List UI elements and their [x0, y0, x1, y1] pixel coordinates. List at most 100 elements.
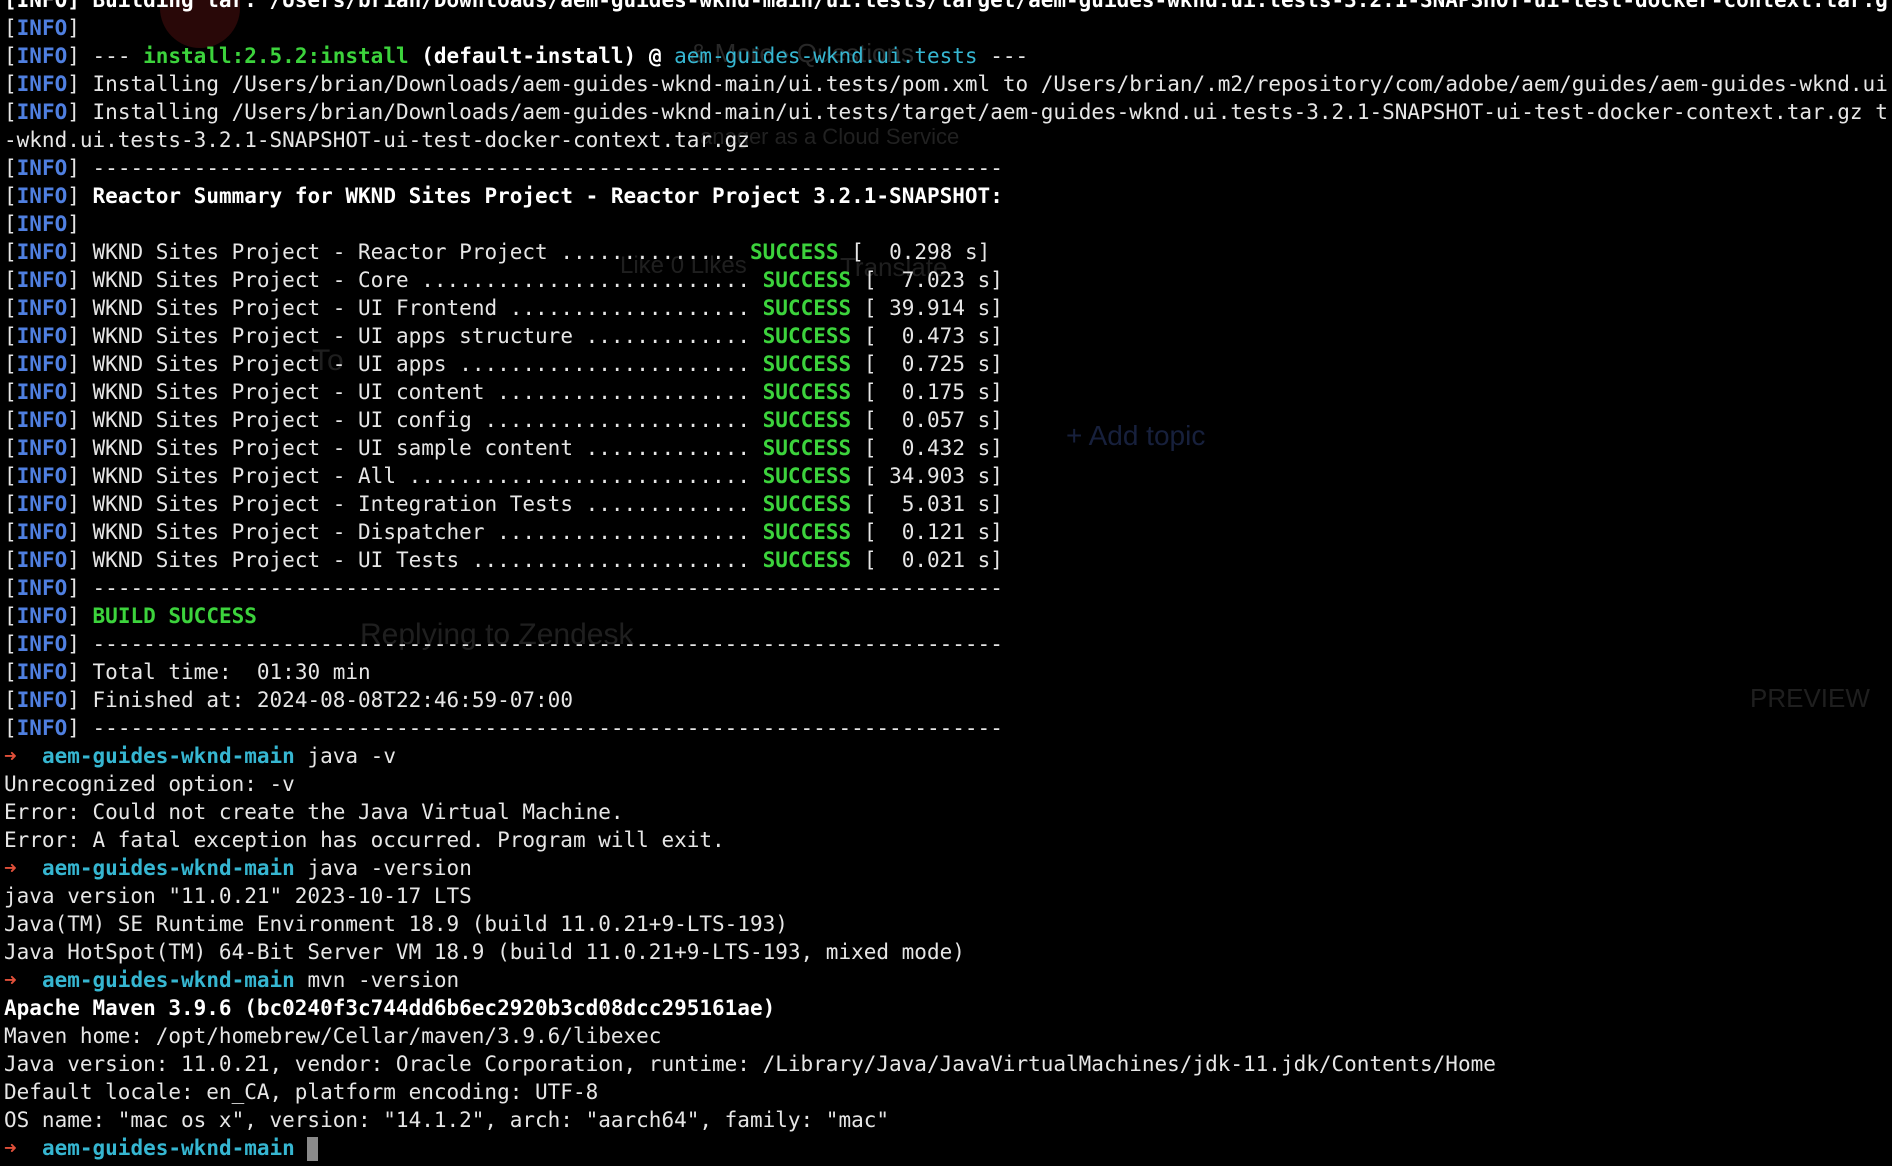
info-bracket-open: [ — [4, 380, 17, 404]
terminal-output[interactable]: [INFO] Building tar: /Users/brian/Downlo… — [4, 0, 1888, 1162]
module-time: [ 39.914 s] — [863, 296, 1003, 320]
info-tag: INFO — [16, 716, 68, 740]
info-tag: INFO — [16, 44, 68, 68]
terminal-line: java version "11.0.21" 2023-10-17 LTS — [4, 882, 1888, 910]
info-bracket-open: [ — [4, 352, 17, 376]
module-status: SUCCESS — [762, 296, 852, 320]
terminal-line: [INFO] BUILD SUCCESS — [4, 602, 1888, 630]
line-text: Error: A fatal exception has occurred. P… — [4, 828, 725, 852]
terminal-line: [INFO] WKND Sites Project - UI Frontend … — [4, 294, 1888, 322]
prompt-command: mvn -version — [294, 968, 460, 992]
terminal-line: [INFO] Building tar: /Users/brian/Downlo… — [4, 0, 1888, 14]
module-name: WKND Sites Project - Integration Tests — [92, 492, 586, 516]
info-bracket-open: [ — [4, 492, 17, 516]
line-text: Apache Maven 3.9.6 (bc0240f3c744dd6b6ec2… — [4, 996, 776, 1020]
install-module: aem-guides-wknd.ui.tests — [674, 44, 978, 68]
info-bracket-close: ] — [67, 464, 93, 488]
info-bracket-close: ] — [67, 324, 93, 348]
module-dots: ....................... — [459, 352, 750, 376]
module-status: SUCCESS — [762, 408, 852, 432]
info-bracket-open: [ — [4, 296, 17, 320]
module-name: WKND Sites Project - All — [92, 464, 409, 488]
terminal-line: [INFO] Reactor Summary for WKND Sites Pr… — [4, 182, 1888, 210]
info-tag: INFO — [16, 492, 68, 516]
terminal-line: [INFO] WKND Sites Project - All ........… — [4, 462, 1888, 490]
module-dots: ............. — [585, 492, 750, 516]
terminal-line: [INFO] ---------------------------------… — [4, 630, 1888, 658]
info-bracket-open: [ — [4, 576, 17, 600]
line-text: Error: Could not create the Java Virtual… — [4, 800, 624, 824]
prompt-arrow-icon: ➜ — [4, 744, 17, 768]
line-text: Default locale: en_CA, platform encoding… — [4, 1080, 599, 1104]
terminal-line: [INFO] ---------------------------------… — [4, 154, 1888, 182]
module-dots: .......................... — [421, 268, 750, 292]
module-time: [ 0.432 s] — [863, 436, 1003, 460]
info-bracket-close: ] — [67, 408, 93, 432]
module-name: WKND Sites Project - Core — [92, 268, 422, 292]
info-bracket-open: [ — [4, 324, 17, 348]
module-time: [ 0.298 s] — [851, 240, 991, 264]
terminal-line: -wknd.ui.tests-3.2.1-SNAPSHOT-ui-test-do… — [4, 126, 1888, 154]
module-name: WKND Sites Project - UI content — [92, 380, 498, 404]
terminal-line: [INFO] ---------------------------------… — [4, 574, 1888, 602]
prompt-directory: aem-guides-wknd-main — [41, 1136, 295, 1160]
build-status: BUILD SUCCESS — [92, 604, 257, 628]
terminal-line: Default locale: en_CA, platform encoding… — [4, 1078, 1888, 1106]
prompt-command: java -v — [294, 744, 396, 768]
terminal-line: [INFO] WKND Sites Project - UI apps ....… — [4, 350, 1888, 378]
terminal-line: [INFO] WKND Sites Project - UI content .… — [4, 378, 1888, 406]
terminal-line: [INFO] WKND Sites Project - UI config ..… — [4, 406, 1888, 434]
prompt-directory: aem-guides-wknd-main — [41, 744, 295, 768]
module-name: WKND Sites Project - UI apps structure — [92, 324, 586, 348]
line-text: [INFO] Building tar: /Users/brian/Downlo… — [4, 0, 1888, 12]
info-bracket-open: [ — [4, 632, 17, 656]
terminal-line: [INFO] WKND Sites Project - Reactor Proj… — [4, 238, 1888, 266]
module-status: SUCCESS — [762, 492, 852, 516]
terminal-line: [INFO] Installing /Users/brian/Downloads… — [4, 70, 1888, 98]
install-suffix: --- — [977, 44, 1029, 68]
module-dots: ............. — [585, 324, 750, 348]
module-time: [ 7.023 s] — [863, 268, 1003, 292]
line-text: ----------------------------------------… — [92, 716, 1003, 740]
info-tag: INFO — [16, 464, 68, 488]
text-cursor[interactable] — [307, 1137, 319, 1161]
module-name: WKND Sites Project - UI Tests — [92, 548, 472, 572]
info-bracket-open: [ — [4, 408, 17, 432]
info-bracket-close: ] — [67, 688, 93, 712]
info-bracket-open: [ — [4, 16, 17, 40]
info-tag: INFO — [16, 16, 68, 40]
info-tag: INFO — [16, 436, 68, 460]
info-bracket-open: [ — [4, 212, 17, 236]
line-text: ----------------------------------------… — [92, 576, 1003, 600]
terminal-line: [INFO] WKND Sites Project - Core .......… — [4, 266, 1888, 294]
line-text: Java version: 11.0.21, vendor: Oracle Co… — [4, 1052, 1496, 1076]
terminal-line: Maven home: /opt/homebrew/Cellar/maven/3… — [4, 1022, 1888, 1050]
terminal-line: ➜ aem-guides-wknd-main mvn -version — [4, 966, 1888, 994]
prompt-command — [295, 1136, 308, 1160]
info-tag: INFO — [16, 520, 68, 544]
info-bracket-close: ] — [67, 184, 93, 208]
module-dots: ..................... — [484, 408, 750, 432]
info-bracket-close: ] — [67, 72, 93, 96]
line-text: Installing /Users/brian/Downloads/aem-gu… — [92, 100, 1888, 124]
module-name: WKND Sites Project - UI apps — [92, 352, 460, 376]
info-tag: INFO — [16, 324, 68, 348]
info-bracket-open: [ — [4, 604, 17, 628]
info-bracket-close: ] — [67, 240, 93, 264]
terminal-line: [INFO] --- install:2.5.2:install (defaul… — [4, 42, 1888, 70]
install-execution: (default-install) @ — [408, 44, 675, 68]
module-status: SUCCESS — [762, 324, 852, 348]
terminal-line: [INFO] WKND Sites Project - UI Tests ...… — [4, 546, 1888, 574]
install-prefix: --- — [92, 44, 144, 68]
info-bracket-open: [ — [4, 156, 17, 180]
module-status: SUCCESS — [762, 548, 852, 572]
info-bracket-close: ] — [67, 632, 93, 656]
info-bracket-open: [ — [4, 464, 17, 488]
prompt-directory: aem-guides-wknd-main — [41, 968, 295, 992]
prompt-directory: aem-guides-wknd-main — [41, 856, 295, 880]
terminal-line: ➜ aem-guides-wknd-main java -v — [4, 742, 1888, 770]
reactor-summary-heading: Reactor Summary for WKND Sites Project -… — [92, 184, 1003, 208]
info-tag: INFO — [16, 380, 68, 404]
info-tag: INFO — [16, 688, 68, 712]
module-time: [ 0.121 s] — [863, 520, 1003, 544]
